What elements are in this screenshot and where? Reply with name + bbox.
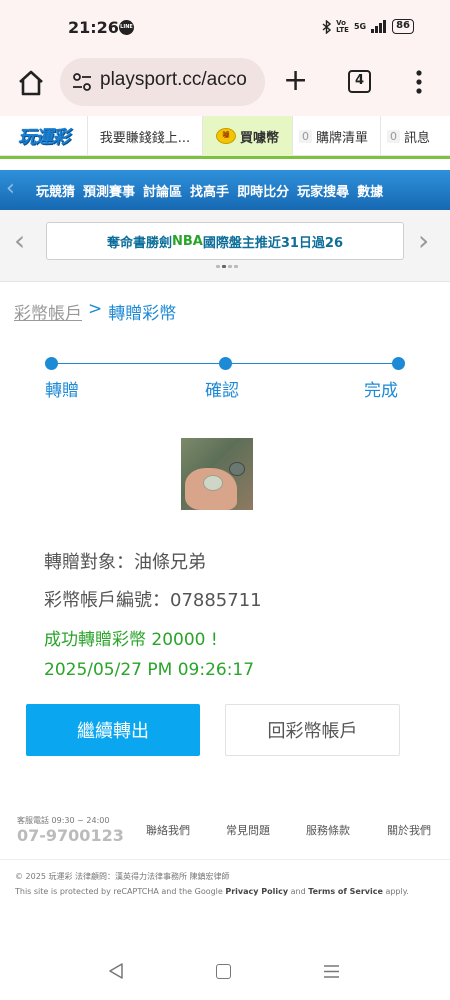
carousel-dot[interactable] [216, 265, 220, 268]
message-count-badge: 0 [387, 129, 400, 143]
nav-item-stats[interactable]: 數據 [357, 181, 383, 200]
nav-item-forum[interactable]: 討論區 [143, 181, 182, 200]
footer-link-about[interactable]: 關於我們 [387, 822, 431, 838]
step-label-confirm: 確認 [205, 381, 239, 401]
messages-link[interactable]: 0 訊息 [381, 116, 450, 156]
address-bar[interactable]: playsport.cc/acco [60, 58, 265, 106]
footer-link-contact[interactable]: 聯絡我們 [146, 822, 190, 838]
step-label-complete: 完成 [364, 381, 398, 401]
breadcrumb-separator: > [88, 299, 103, 319]
footer-link-terms[interactable]: 服務條款 [306, 822, 350, 838]
nav-item-player-search[interactable]: 玩家搜尋 [297, 181, 349, 200]
line-icon: LINE [119, 20, 134, 35]
site-logo[interactable]: 玩運彩 [0, 116, 88, 156]
recipient-account-number: 彩幣帳戶編號：07885711 [44, 590, 262, 611]
step-dot-complete [392, 357, 405, 370]
recipient-avatar [181, 438, 253, 510]
status-bar: 21:26 LINE Vo LTE 5G 86 [0, 0, 450, 58]
battery-icon: 86 [392, 19, 414, 34]
recents-icon[interactable] [323, 964, 340, 979]
progress-stepper: 轉贈 確認 完成 [0, 350, 450, 410]
carousel-next-icon[interactable]: › [418, 226, 429, 256]
cart-count-badge: 0 [299, 129, 312, 143]
recipient-name: 轉贈對象：油條兄弟 [44, 552, 206, 573]
hotline-number[interactable]: 07-9700123 [17, 826, 124, 845]
carousel-dot[interactable] [228, 265, 232, 268]
step-dot-confirm [219, 357, 232, 370]
status-time: 21:26 [68, 18, 119, 37]
continue-transfer-button[interactable]: 繼續轉出 [26, 704, 200, 756]
nav-item-experts[interactable]: 找高手 [190, 181, 229, 200]
earn-money-label: 我要賺錢錢上... [99, 130, 191, 146]
network-label: 5G [353, 22, 367, 31]
carousel-prev-icon[interactable]: ‹ [14, 226, 25, 256]
cart-label: 購牌清單 [316, 130, 369, 146]
recaptcha-and: and [288, 887, 309, 896]
recaptcha-prefix: This site is protected by reCAPTCHA and … [15, 887, 226, 896]
coin-icon: 噱 [215, 128, 236, 144]
tab-switcher-button[interactable]: 4 [348, 70, 371, 93]
nav-item-predictions[interactable]: 預測賽事 [83, 181, 135, 200]
signal-icon [371, 20, 387, 33]
recaptcha-suffix: apply. [382, 887, 409, 896]
new-tab-icon[interactable]: + [283, 66, 308, 96]
carousel-dot[interactable] [234, 265, 238, 268]
hotline-label: 客服電話 09:30 ~ 24:00 [17, 816, 110, 825]
home-square-icon[interactable] [216, 964, 231, 979]
transfer-timestamp: 2025/05/27 PM 09:26:17 [44, 660, 255, 680]
site-settings-icon[interactable] [72, 73, 92, 91]
step-dot-transfer [45, 357, 58, 370]
main-nav: 玩競猜 預測賽事 討論區 找高手 即時比分 玩家搜尋 數據 [0, 170, 450, 210]
messages-label: 訊息 [404, 130, 431, 146]
copyright-text: © 2025 玩運彩 法律顧問：漢英得力法律事務所 陳鎮宏律師 [15, 872, 230, 881]
avatar-coin-shape [229, 462, 245, 476]
nav-item-live-score[interactable]: 即時比分 [237, 181, 289, 200]
carousel-dot-active[interactable] [222, 265, 226, 268]
url-text: playsport.cc/acco [100, 69, 247, 90]
announcement-highlight: NBA [171, 233, 203, 249]
back-to-coin-account-button[interactable]: 回彩幣帳戶 [225, 704, 400, 756]
volte-icon: Vo LTE [336, 18, 349, 34]
transfer-success-message: 成功轉贈彩幣 20000 ! [44, 630, 218, 650]
cart-link[interactable]: 0 購牌清單 [293, 116, 381, 156]
announcement-banner[interactable]: 奪命書勝劍 NBA 國際盤主推近31日過26 [46, 222, 404, 260]
bluetooth-icon [322, 19, 332, 34]
carousel-dots [216, 265, 238, 268]
home-icon[interactable] [16, 68, 46, 98]
logo-text: 玩運彩 [18, 127, 70, 148]
announcement-suffix: 國際盤主推近31日過26 [202, 235, 344, 251]
recaptcha-notice: This site is protected by reCAPTCHA and … [15, 887, 409, 896]
earn-money-link[interactable]: 我要賺錢錢上... [88, 116, 203, 156]
android-nav-bar [0, 950, 450, 1000]
buy-coin-label: 買噱幣 [239, 130, 279, 146]
footer: 客服電話 09:30 ~ 24:00 07-9700123 聯絡我們 常見問題 … [0, 800, 450, 860]
green-divider [0, 156, 450, 159]
announcement-carousel: ‹ 奪命書勝劍 NBA 國際盤主推近31日過26 › [0, 210, 450, 282]
nav-item-play-guess[interactable]: 玩競猜 [36, 181, 75, 200]
breadcrumb-coin-account-link[interactable]: 彩幣帳戶 [14, 299, 82, 324]
browser-toolbar: playsport.cc/acco + 4 [0, 58, 450, 116]
breadcrumb: 彩幣帳戶 > 轉贈彩幣 [14, 299, 176, 324]
site-topbar: 玩運彩 我要賺錢錢上... 噱 買噱幣 0 購牌清單 0 訊息 [0, 116, 450, 156]
step-label-transfer: 轉贈 [45, 381, 79, 401]
buy-coin-link[interactable]: 噱 買噱幣 [203, 116, 293, 156]
avatar-coin-shape [203, 475, 223, 491]
nav-scroll-left-icon[interactable]: ‹ [6, 176, 26, 204]
footer-link-faq[interactable]: 常見問題 [226, 822, 270, 838]
more-options-icon[interactable] [412, 68, 426, 96]
terms-of-service-link[interactable]: Terms of Service [308, 887, 383, 896]
breadcrumb-current: 轉贈彩幣 [108, 304, 177, 324]
status-indicators: Vo LTE 5G 86 [322, 19, 414, 34]
back-icon[interactable] [108, 962, 124, 980]
announcement-prefix: 奪命書勝劍 [106, 235, 172, 251]
privacy-policy-link[interactable]: Privacy Policy [225, 887, 288, 896]
